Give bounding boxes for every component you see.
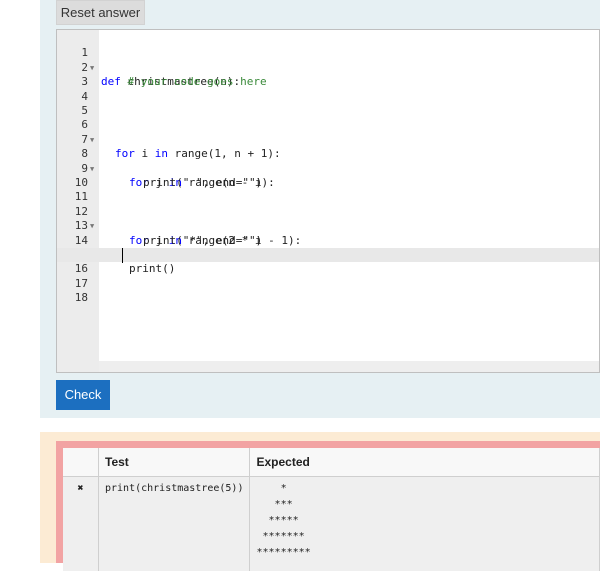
line-number: 18 [57, 291, 88, 305]
cross-icon: ✖ [63, 477, 99, 571]
code-line: 10 [57, 162, 600, 176]
code-line: 9 print(" ", end="") [57, 147, 600, 161]
reset-answer-button[interactable]: Reset answer [56, 0, 145, 25]
code-line: 14 [57, 219, 600, 233]
table-row: ✖ print(christmastree(5)) * *** ***** **… [63, 477, 600, 571]
column-header-test: Test [99, 448, 250, 477]
code-line: 3 [57, 61, 600, 75]
column-header-expected: Expected [250, 448, 600, 477]
code-line: 12 ▼ for j in range(2 * i - 1): [57, 190, 600, 204]
code-line: 15 print() [57, 234, 600, 248]
code-line: 13 print("*", end="") [57, 205, 600, 219]
results-table: Test Expected ✖ print(christmastree(5)) … [63, 448, 600, 571]
check-button[interactable]: Check [56, 380, 110, 410]
status-column-header [63, 448, 99, 477]
code-line: 2 # your code goes here [57, 46, 600, 60]
code-editor[interactable]: 1 ▼ def christmastree(n): 2 # your code … [56, 29, 600, 373]
expected-cell: * *** ***** ******* ********* [250, 477, 600, 571]
code-line: 17 [57, 262, 600, 276]
code-line: 11 [57, 176, 600, 190]
code-line: 7 [57, 118, 600, 132]
code-line: 4 [57, 75, 600, 89]
editor-resize-bar [99, 361, 599, 373]
code-line: 6 ▼ for i in range(1, n + 1): [57, 104, 600, 118]
code-line: 8 ▼ for j in range(n - i): [57, 133, 600, 147]
code-line: 18 [57, 277, 600, 291]
text-cursor [122, 248, 123, 263]
code-line: 1 ▼ def christmastree(n): [57, 32, 600, 46]
test-cell: print(christmastree(5)) [99, 477, 250, 571]
code-line: 5 [57, 90, 600, 104]
code-line-active: 16 [57, 248, 600, 262]
